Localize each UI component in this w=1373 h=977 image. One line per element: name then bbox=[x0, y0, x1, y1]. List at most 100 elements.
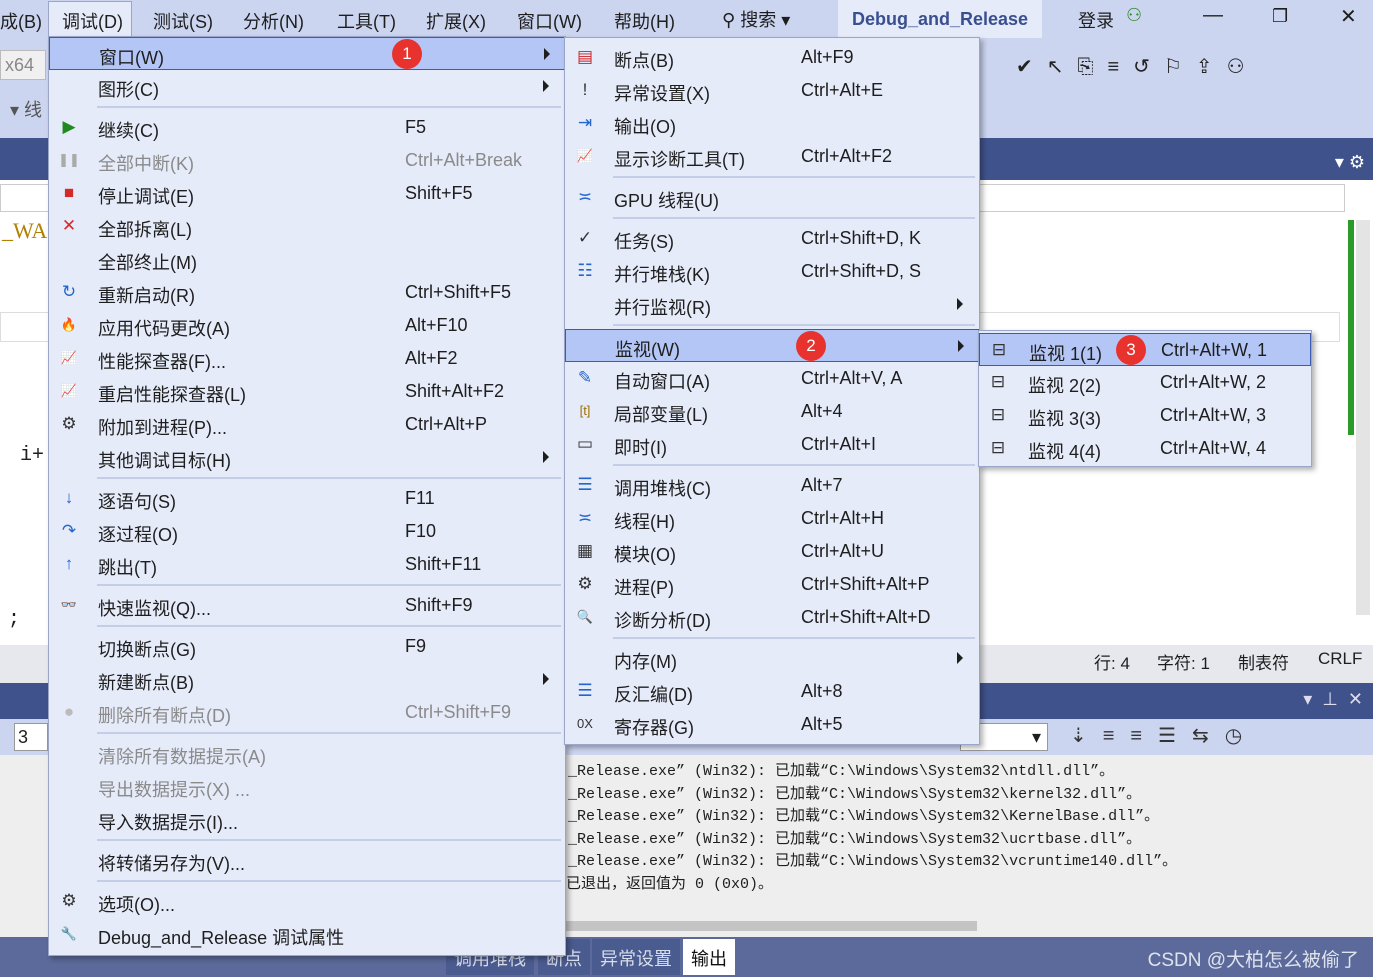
solution-title: Debug_and_Release bbox=[838, 0, 1042, 38]
menu-item-label: 选项(O)... bbox=[98, 895, 175, 915]
menu-item[interactable]: ▶ 继续(C) F5 bbox=[49, 111, 565, 144]
menu-item[interactable]: ❚❚ 全部中断(K) Ctrl+Alt+Break bbox=[49, 144, 565, 177]
menu-item[interactable]: ✓ 任务(S) Ctrl+Shift+D, K bbox=[565, 222, 979, 255]
menu-item[interactable]: 📈 性能探查器(F)... Alt+F2 bbox=[49, 342, 565, 375]
menu-1[interactable]: 调试(D) bbox=[62, 8, 123, 34]
menu-item[interactable]: 窗口(W) 1 bbox=[49, 37, 565, 70]
menu-separator bbox=[565, 321, 979, 329]
stack-frame-field[interactable]: 3 bbox=[14, 723, 48, 751]
menu-item[interactable]: ▤ 断点(B) Alt+F9 bbox=[565, 41, 979, 74]
menu-item-label: 并行监视(R) bbox=[614, 298, 711, 318]
menu-item-label: 跳出(T) bbox=[98, 558, 157, 578]
menu-item-label: 将转储另存为(V)... bbox=[98, 854, 245, 874]
menu-item[interactable]: 全部终止(M) bbox=[49, 243, 565, 276]
menu-item-label: 监视 3(3) bbox=[1028, 409, 1102, 429]
menu-item[interactable]: 🔍 诊断分析(D) Ctrl+Shift+Alt+D bbox=[565, 601, 979, 634]
menu-item[interactable]: 清除所有数据提示(A) bbox=[49, 737, 565, 770]
menu-4[interactable]: 工具(T) bbox=[337, 8, 396, 34]
menu-item-shortcut: Ctrl+Alt+Break bbox=[405, 150, 523, 170]
menu-item[interactable]: 监视(W) 2 bbox=[565, 329, 979, 362]
menu-item[interactable]: ↻ 重新启动(R) Ctrl+Shift+F5 bbox=[49, 276, 565, 309]
login-button[interactable]: 登录 bbox=[1078, 7, 1114, 33]
menu-item[interactable]: ↑ 跳出(T) Shift+F11 bbox=[49, 548, 565, 581]
horizontal-scrollbar[interactable] bbox=[560, 921, 977, 931]
menu-item[interactable]: ↷ 逐过程(O) F10 bbox=[49, 515, 565, 548]
menu-item-label: 异常设置(X) bbox=[614, 84, 710, 104]
menu-item[interactable]: 切换断点(G) F9 bbox=[49, 630, 565, 663]
menu-item[interactable]: 📈 显示诊断工具(T) Ctrl+Alt+F2 bbox=[565, 140, 979, 173]
menu-item[interactable]: 👓 快速监视(Q)... Shift+F9 bbox=[49, 589, 565, 622]
toolbar-icons[interactable]: ✔↖⎘≡↺⚐⇪⚇ bbox=[1016, 54, 1259, 79]
menu-item[interactable]: ✕ 全部拆离(L) bbox=[49, 210, 565, 243]
menu-item[interactable]: ≍ 线程(H) Ctrl+Alt+H bbox=[565, 502, 979, 535]
menu-item[interactable]: 图形(C) bbox=[49, 70, 565, 103]
step-badge: 3 bbox=[1116, 335, 1146, 365]
output-toolbar-icons[interactable]: ⇣≡≡☰⇆◷ bbox=[1070, 723, 1258, 748]
menu-item-label: 自动窗口(A) bbox=[614, 372, 710, 392]
menu-item[interactable]: ▦ 模块(O) Ctrl+Alt+U bbox=[565, 535, 979, 568]
menu-item[interactable]: 🔥 应用代码更改(A) Alt+F10 bbox=[49, 309, 565, 342]
menu-item[interactable]: ≍ GPU 线程(U) bbox=[565, 181, 979, 214]
menu-3[interactable]: 分析(N) bbox=[243, 8, 304, 34]
menu-item[interactable]: 内存(M) bbox=[565, 642, 979, 675]
menu-item[interactable]: 其他调试目标(H) bbox=[49, 441, 565, 474]
restore-button[interactable]: ❐ bbox=[1272, 6, 1288, 27]
menu-item[interactable]: 新建断点(B) bbox=[49, 663, 565, 696]
menu-5[interactable]: 扩展(X) bbox=[426, 8, 486, 34]
menu-item[interactable]: 📈 重启性能探查器(L) Shift+Alt+F2 bbox=[49, 375, 565, 408]
panel-controls[interactable]: ▾ ⊥ ✕ bbox=[1303, 689, 1363, 710]
search-icon: ⚲ bbox=[722, 10, 736, 30]
menu-item[interactable]: ☷ 并行堆栈(K) Ctrl+Shift+D, S bbox=[565, 255, 979, 288]
menu-item[interactable]: ⊟ 监视 2(2) Ctrl+Alt+W, 2 bbox=[979, 366, 1311, 399]
menu-item[interactable]: ⊟ 监视 4(4) Ctrl+Alt+W, 4 bbox=[979, 432, 1311, 465]
threads-icon: ≍ bbox=[577, 508, 593, 527]
menu-item[interactable]: ⊟ 监视 3(3) Ctrl+Alt+W, 3 bbox=[979, 399, 1311, 432]
menu-item[interactable]: ⚙ 选项(O)... bbox=[49, 885, 565, 918]
debug-menu: 窗口(W) 1 图形(C) ▶ 继续(C) F5 ❚❚ 全部中断(K) Ctrl+Alt+Bre… bbox=[48, 36, 566, 956]
threads-icon: ≍ bbox=[577, 187, 593, 206]
menu-7[interactable]: 帮助(H) bbox=[614, 8, 675, 34]
menu-2[interactable]: 测试(S) bbox=[153, 8, 213, 34]
menu-item[interactable]: ▭ 即时(I) Ctrl+Alt+I bbox=[565, 428, 979, 461]
platform-dropdown[interactable]: x64 bbox=[0, 50, 46, 80]
menu-0[interactable]: 成(B) bbox=[0, 8, 42, 34]
tab-exception-settings[interactable]: 异常设置 bbox=[592, 939, 680, 975]
menu-item[interactable]: ✎ 自动窗口(A) Ctrl+Alt+V, A bbox=[565, 362, 979, 395]
menu-item[interactable]: ● 删除所有断点(D) Ctrl+Shift+F9 bbox=[49, 696, 565, 729]
menu-6[interactable]: 窗口(W) bbox=[517, 8, 582, 34]
menu-item[interactable]: ⊟ 监视 1(1) Ctrl+Alt+W, 1 3 bbox=[979, 333, 1311, 366]
menu-item-shortcut: Alt+F2 bbox=[405, 348, 458, 368]
output-line: _Release.exe” (Win32): 已加载“C:\Windows\Sy… bbox=[568, 853, 1178, 870]
menu-item[interactable]: 0X 寄存器(G) Alt+5 bbox=[565, 708, 979, 741]
menu-item[interactable]: 🔧 Debug_and_Release 调试属性 bbox=[49, 918, 565, 951]
menu-item[interactable]: ⚙ 附加到进程(P)... Ctrl+Alt+P bbox=[49, 408, 565, 441]
menu-item-label: 断点(B) bbox=[614, 51, 674, 71]
menu-item[interactable]: ⚙ 进程(P) Ctrl+Shift+Alt+P bbox=[565, 568, 979, 601]
menu-item-label: 附加到进程(P)... bbox=[98, 418, 227, 438]
menu-item[interactable]: 并行监视(R) bbox=[565, 288, 979, 321]
menu-item[interactable]: 导入数据提示(I)... bbox=[49, 803, 565, 836]
menu-item-label: 删除所有断点(D) bbox=[98, 706, 231, 726]
close-window-button[interactable]: ✕ bbox=[1340, 4, 1357, 29]
menu-item[interactable]: [t] 局部变量(L) Alt+4 bbox=[565, 395, 979, 428]
menu-item[interactable]: ☰ 反汇编(D) Alt+8 bbox=[565, 675, 979, 708]
search-button[interactable]: ⚲ 搜索 ▾ bbox=[722, 6, 790, 32]
menu-item[interactable]: 导出数据提示(X) ... bbox=[49, 770, 565, 803]
menu-item-shortcut: Alt+7 bbox=[801, 475, 843, 495]
menu-item[interactable]: ⇥ 输出(O) bbox=[565, 107, 979, 140]
menu-item[interactable]: ↓ 逐语句(S) F11 bbox=[49, 482, 565, 515]
immediate-icon: ▭ bbox=[576, 434, 594, 453]
menu-item-label: 窗口(W) bbox=[99, 48, 164, 68]
menu-item-label: 重启性能探查器(L) bbox=[98, 385, 246, 405]
menu-separator bbox=[49, 474, 565, 482]
tab-output[interactable]: 输出 bbox=[683, 939, 735, 975]
add-user-icon[interactable]: ⚇ bbox=[1126, 5, 1142, 26]
menu-item[interactable]: ■ 停止调试(E) Shift+F5 bbox=[49, 177, 565, 210]
menu-item[interactable]: ! 异常设置(X) Ctrl+Alt+E bbox=[565, 74, 979, 107]
menu-item[interactable]: 将转储另存为(V)... bbox=[49, 844, 565, 877]
registers-icon: 0X bbox=[577, 716, 593, 731]
menu-item[interactable]: ☰ 调用堆栈(C) Alt+7 bbox=[565, 469, 979, 502]
minimize-button[interactable]: — bbox=[1203, 4, 1223, 27]
menu-item-label: 线程(H) bbox=[614, 512, 675, 532]
vertical-scrollbar[interactable] bbox=[1356, 220, 1370, 615]
